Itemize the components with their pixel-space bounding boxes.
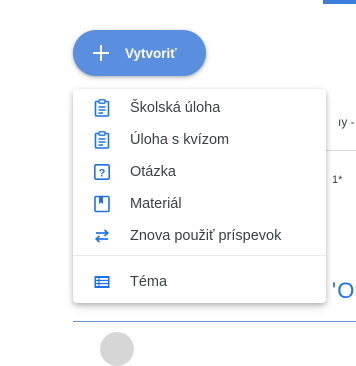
menu-item-topic[interactable]: Téma: [73, 266, 326, 298]
menu-item-label: Otázka: [130, 164, 176, 180]
menu-item-label: Školská úloha: [130, 100, 221, 116]
menu-item-material[interactable]: Materiál: [73, 188, 326, 220]
background-text-fragment: 1*: [332, 174, 343, 186]
svg-text:?: ?: [99, 167, 106, 179]
reuse-post-icon: [93, 227, 111, 245]
top-accent-bar: [323, 0, 356, 4]
avatar: [100, 332, 134, 366]
menu-item-assignment[interactable]: Školská úloha: [73, 92, 326, 124]
menu-item-quiz-assignment[interactable]: Úloha s kvízom: [73, 124, 326, 156]
background-heading-fragment: 'O: [332, 278, 356, 303]
create-button[interactable]: Vytvoriť: [73, 30, 206, 76]
question-icon: ?: [93, 163, 111, 181]
menu-item-label: Znova použiť príspevok: [130, 228, 282, 244]
background-text-fragment: ıy - v: [338, 115, 356, 129]
create-menu: Školská úloha Úloha s kvízom ? Otázka Ma…: [73, 89, 326, 303]
bottom-divider: [73, 321, 356, 322]
menu-item-label: Téma: [130, 274, 168, 290]
quiz-assignment-icon: [93, 131, 111, 149]
topic-icon: [93, 273, 111, 291]
plus-icon: [93, 45, 109, 61]
material-icon: [93, 195, 111, 213]
assignment-icon: [93, 99, 111, 117]
menu-divider: [73, 255, 326, 256]
menu-item-label: Úloha s kvízom: [130, 132, 230, 148]
menu-item-question[interactable]: ? Otázka: [73, 156, 326, 188]
menu-item-reuse-post[interactable]: Znova použiť príspevok: [73, 220, 326, 252]
menu-item-label: Materiál: [130, 196, 182, 212]
create-button-label: Vytvoriť: [125, 45, 177, 61]
